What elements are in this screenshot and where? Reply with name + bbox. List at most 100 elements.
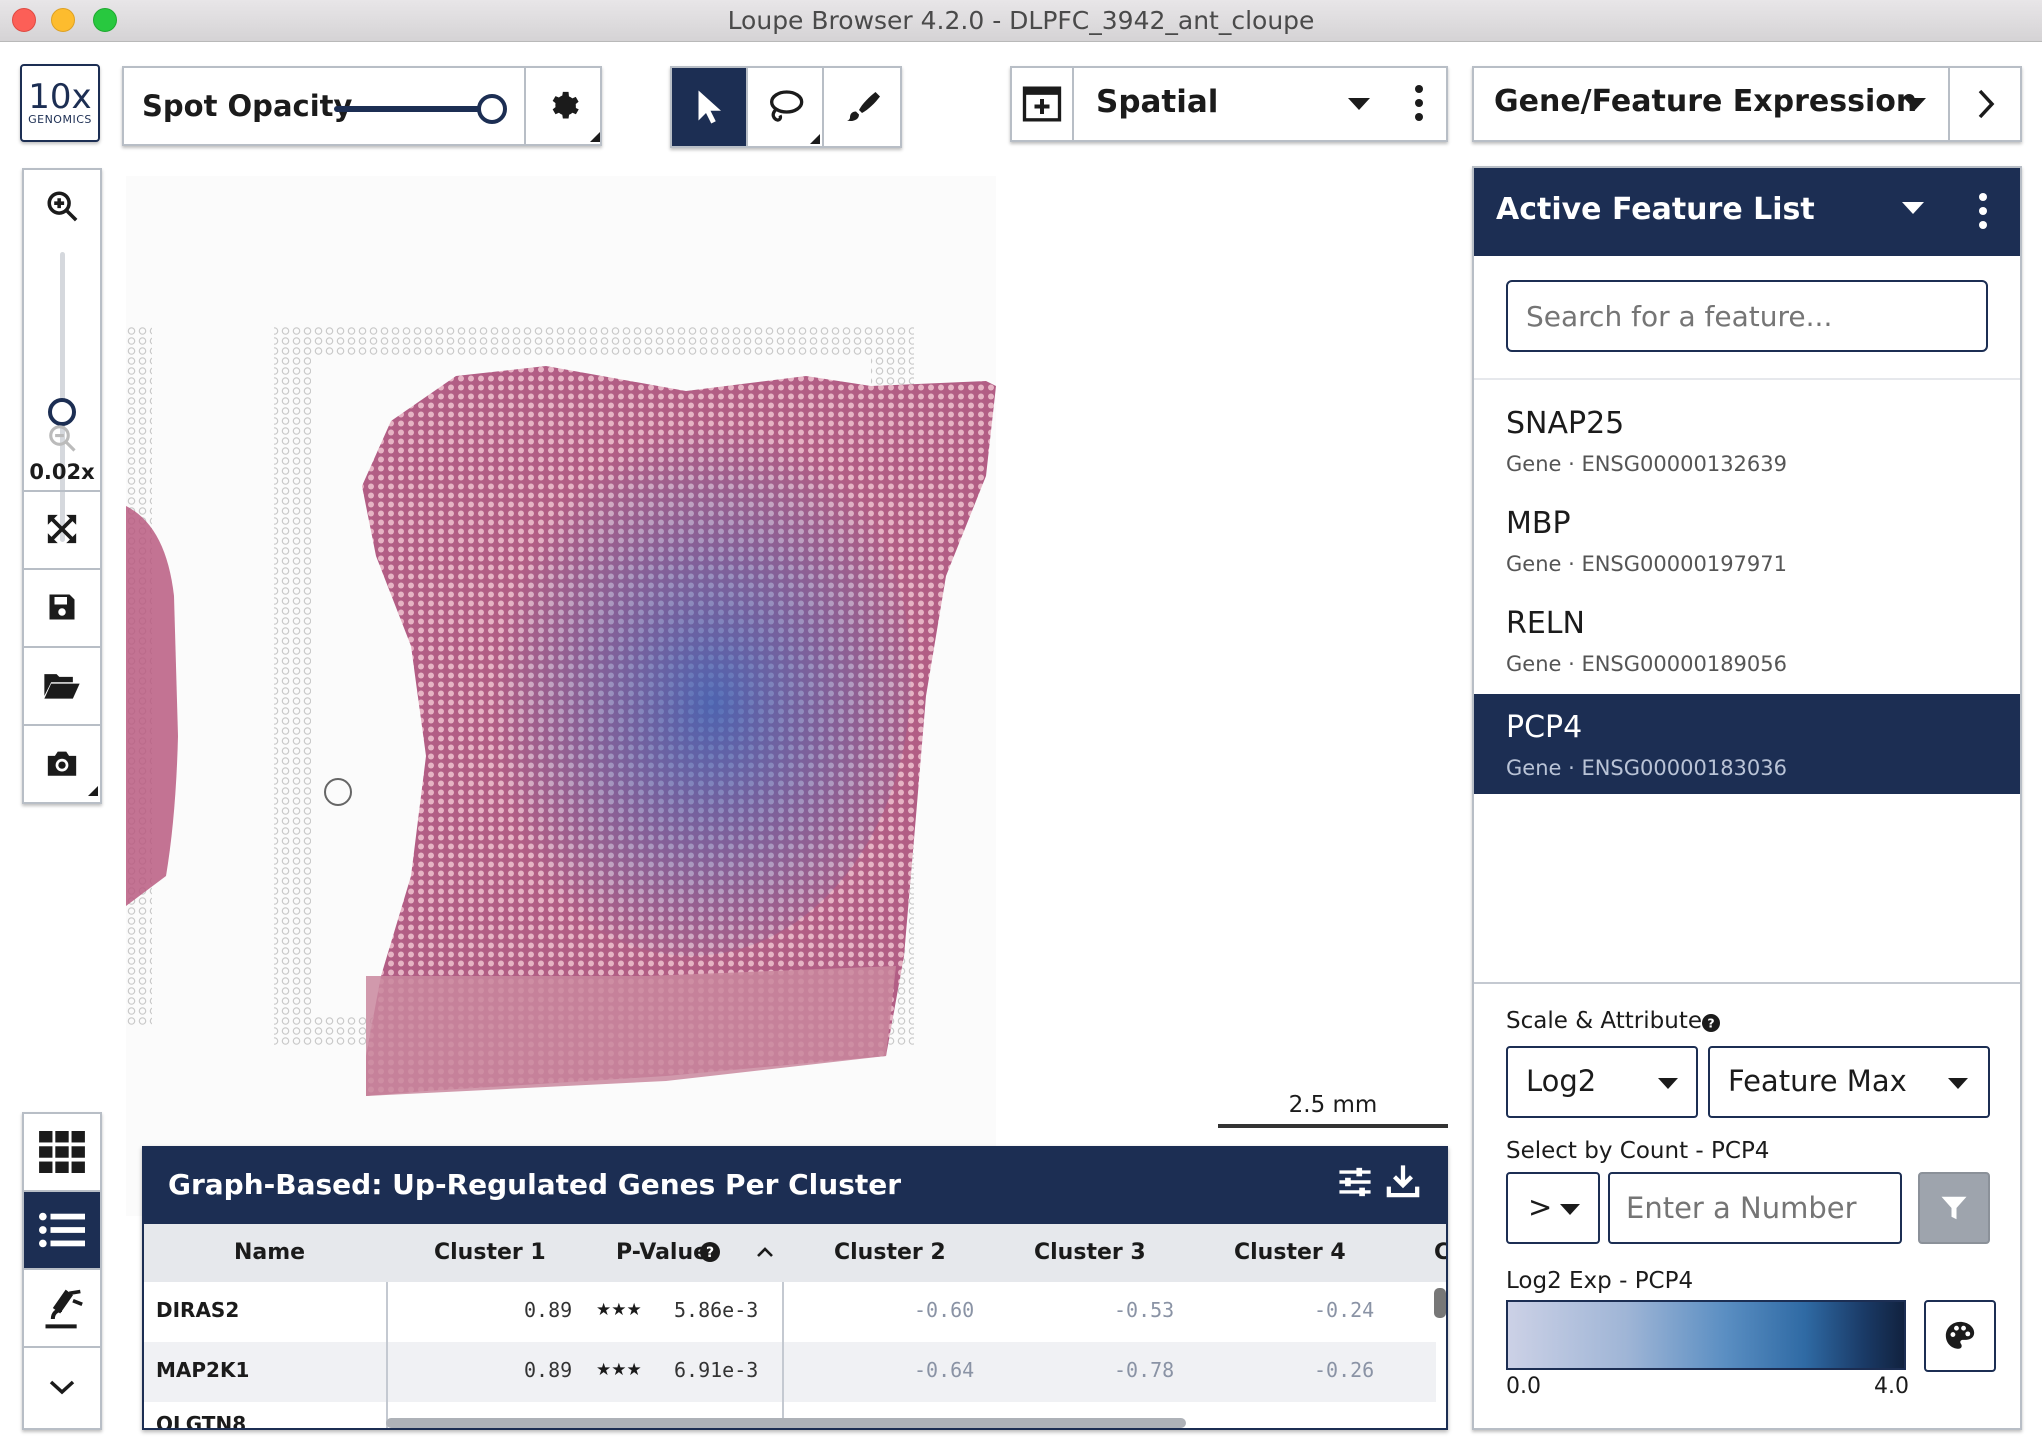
- table-row[interactable]: MAP2K1 0.89 ★★★ 6.91e-3 -0.64 -0.78 -0.2…: [144, 1342, 1436, 1402]
- lasso-tool-button[interactable]: [748, 68, 825, 146]
- 10x-genomics-logo[interactable]: 10x GENOMICS: [20, 64, 100, 142]
- list-icon: [39, 1212, 85, 1248]
- cluster-4-value: -0.26: [1314, 1358, 1375, 1382]
- attribute-value: Feature Max: [1728, 1064, 1907, 1098]
- scale-bar-line: [1218, 1124, 1448, 1128]
- trajectory-tool-button[interactable]: [24, 1270, 100, 1348]
- scale-dropdown[interactable]: Log2: [1506, 1046, 1698, 1118]
- operator-dropdown[interactable]: >: [1506, 1172, 1600, 1244]
- zoom-out-button[interactable]: [24, 420, 100, 456]
- tissue-image[interactable]: [126, 176, 996, 1216]
- operator-value: >: [1528, 1190, 1553, 1224]
- palette-icon: [1945, 1321, 1975, 1349]
- significance-stars: ★★★: [596, 1360, 642, 1380]
- column-header-cluster-2[interactable]: Cluster 2: [834, 1240, 946, 1265]
- divider: [1474, 982, 2020, 984]
- feature-list-item-mbp[interactable]: MBP Gene · ENSG00000197971: [1474, 490, 2020, 590]
- help-icon[interactable]: ?: [1702, 1014, 1720, 1032]
- table-column-headers: Name Cluster 1 P-Value ? Cluster 2 Clust…: [144, 1224, 1446, 1282]
- scale-bar: 2.5 mm: [1218, 1092, 1448, 1128]
- collapse-toolbar-button[interactable]: [24, 1348, 100, 1426]
- zoom-in-icon: [47, 191, 78, 222]
- sliders-icon[interactable]: [1338, 1166, 1372, 1198]
- help-icon[interactable]: ?: [700, 1242, 720, 1262]
- feature-list-header[interactable]: Active Feature List: [1474, 168, 2020, 256]
- zoom-in-button[interactable]: [24, 180, 100, 232]
- pcp4-expression-region: [471, 396, 911, 956]
- count-threshold-input[interactable]: [1608, 1172, 1902, 1244]
- column-divider: [386, 1282, 388, 1428]
- chevron-down-icon: [1948, 1078, 1968, 1089]
- chevron-down-icon: [1904, 98, 1926, 110]
- gradient-max-label: 4.0: [1874, 1374, 1909, 1399]
- feature-list-item-reln[interactable]: RELN Gene · ENSG00000189056: [1474, 590, 2020, 690]
- cluster-3-value: -0.78: [1114, 1358, 1175, 1382]
- svg-text:?: ?: [706, 1245, 714, 1261]
- chevron-down-icon[interactable]: [1902, 202, 1924, 214]
- corner-triangle-icon: [88, 786, 98, 796]
- more-vertical-icon[interactable]: [1414, 84, 1424, 122]
- pointer-icon: [698, 90, 721, 124]
- open-file-button[interactable]: [24, 646, 100, 722]
- feature-mode-selector[interactable]: Gene/Feature Expression: [1472, 66, 2022, 142]
- app-window: Loupe Browser 4.2.0 - DLPFC_3942_ant_clo…: [0, 0, 2042, 1454]
- select-by-count-label: Select by Count - PCP4: [1506, 1138, 1770, 1164]
- settings-button[interactable]: [524, 68, 602, 144]
- scale-value: Log2: [1526, 1064, 1597, 1098]
- spot-opacity-slider-handle[interactable]: [477, 94, 508, 124]
- column-header-name[interactable]: Name: [234, 1240, 305, 1265]
- cluster-2-value: -0.64: [914, 1358, 975, 1382]
- save-button[interactable]: [24, 568, 100, 644]
- feature-name: SNAP25: [1506, 406, 1625, 441]
- list-view-button[interactable]: [24, 1192, 100, 1270]
- next-panel-button[interactable]: [1948, 68, 2022, 140]
- title-bar: Loupe Browser 4.2.0 - DLPFC_3942_ant_clo…: [0, 0, 2042, 42]
- cluster-2-value: -0.60: [914, 1298, 975, 1322]
- lasso-icon: [770, 90, 804, 122]
- apply-filter-button[interactable]: [1918, 1172, 1990, 1244]
- download-icon[interactable]: [1386, 1164, 1420, 1198]
- more-vertical-icon[interactable]: [1978, 192, 1988, 230]
- column-header-p-value[interactable]: P-Value: [616, 1240, 708, 1265]
- spot-opacity-label: Spot Opacity: [142, 89, 353, 123]
- column-header-cluster-5[interactable]: C: [1434, 1240, 1446, 1265]
- column-header-cluster-3[interactable]: Cluster 3: [1034, 1240, 1146, 1265]
- logo-mark: 10x: [28, 76, 92, 117]
- table-row[interactable]: DIRAS2 0.89 ★★★ 5.86e-3 -0.60 -0.53 -0.2…: [144, 1282, 1436, 1342]
- view-selector[interactable]: Spatial: [1010, 66, 1448, 142]
- significance-stars: ★★★: [596, 1300, 642, 1320]
- filter-icon: [1941, 1196, 1967, 1220]
- add-view-button[interactable]: [1012, 68, 1074, 140]
- feature-search-input[interactable]: [1506, 280, 1988, 352]
- feature-list-title: Active Feature List: [1496, 192, 1815, 227]
- sort-ascending-icon[interactable]: [756, 1246, 774, 1258]
- color-palette-button[interactable]: [1924, 1300, 1996, 1372]
- save-icon: [49, 594, 75, 620]
- spatial-tissue-viewer[interactable]: [126, 176, 996, 1216]
- fit-to-view-button[interactable]: [24, 490, 100, 566]
- pointer-tool-button[interactable]: [672, 68, 749, 146]
- vertical-scrollbar[interactable]: [1434, 1288, 1446, 1318]
- scale-attribute-label: Scale & Attribute: [1506, 1008, 1702, 1034]
- gear-icon: [552, 91, 579, 119]
- table-header: Graph-Based: Up-Regulated Genes Per Clus…: [144, 1148, 1446, 1224]
- brush-tool-button[interactable]: [824, 68, 900, 146]
- horizontal-scrollbar[interactable]: [386, 1418, 1186, 1428]
- chevron-down-icon: [49, 1380, 75, 1395]
- column-header-cluster-1[interactable]: Cluster 1: [434, 1240, 546, 1265]
- bottom-left-toolbar: [22, 1112, 102, 1430]
- expression-color-scale: [1506, 1300, 1906, 1370]
- feature-list-item-snap25[interactable]: SNAP25 Gene · ENSG00000132639: [1474, 390, 2020, 490]
- cluster-3-value: -0.53: [1114, 1298, 1175, 1322]
- corner-triangle-icon: [810, 134, 821, 144]
- gradient-label: Log2 Exp - PCP4: [1506, 1268, 1694, 1294]
- grid-view-button[interactable]: [24, 1114, 100, 1192]
- screenshot-button[interactable]: [24, 724, 100, 800]
- grid-icon: [39, 1131, 85, 1173]
- feature-list-item-pcp4[interactable]: PCP4 Gene · ENSG00000183036: [1474, 694, 2020, 794]
- feature-name: RELN: [1506, 606, 1585, 641]
- column-header-cluster-4[interactable]: Cluster 4: [1234, 1240, 1346, 1265]
- corner-triangle-icon: [590, 132, 600, 142]
- attribute-dropdown[interactable]: Feature Max: [1708, 1046, 1990, 1118]
- camera-icon: [47, 751, 77, 776]
